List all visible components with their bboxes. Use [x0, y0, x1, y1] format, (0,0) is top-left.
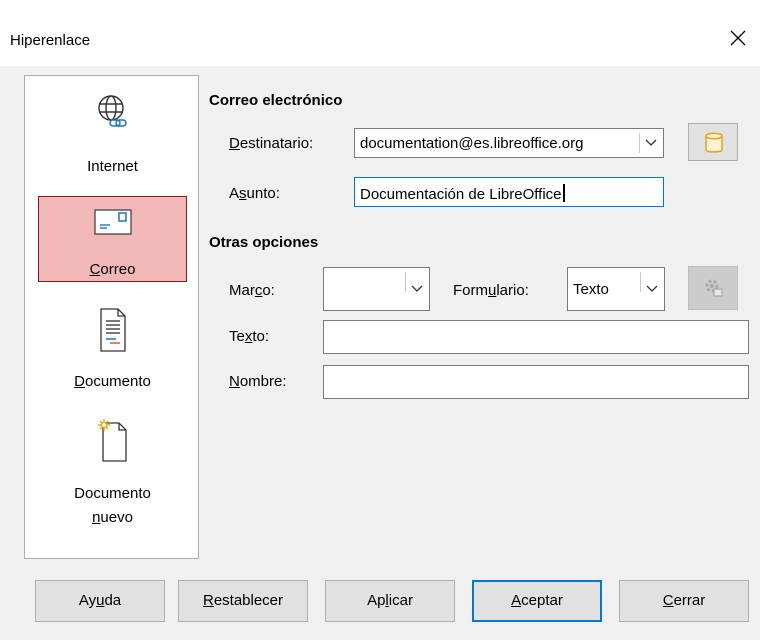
sidebar-item-label: Internet — [87, 158, 138, 175]
sidebar-item-mail[interactable]: Correo — [38, 196, 187, 282]
ok-label-a: A — [511, 592, 522, 609]
sidebar-item-label: Documento — [74, 485, 151, 502]
frame-dropdown-button[interactable] — [405, 268, 429, 310]
subject-input[interactable]: Documentación de LibreOffice — [354, 177, 664, 207]
form-combobox[interactable]: Texto — [567, 267, 665, 311]
apply-label-a: Ap — [367, 592, 386, 609]
title-bar: Hiperenlace — [0, 0, 760, 66]
form-value[interactable]: Texto — [573, 281, 609, 298]
ok-label-b: ceptar — [521, 592, 563, 609]
frame-combobox[interactable] — [323, 267, 430, 311]
close-label-b: errar — [673, 592, 706, 609]
sidebar-item-label: Documento — [74, 373, 151, 390]
section-title-other-options: Otras opciones — [209, 234, 319, 251]
text-input[interactable] — [323, 320, 749, 354]
recipient-dropdown-button[interactable] — [639, 129, 663, 157]
help-label-c: da — [104, 592, 122, 609]
ok-button[interactable]: Aceptar — [472, 580, 602, 622]
close-button[interactable] — [714, 22, 760, 54]
name-input[interactable] — [323, 365, 749, 399]
sidebar-item-document[interactable]: Documento — [38, 301, 187, 401]
data-sources-button[interactable] — [688, 123, 738, 161]
window-title: Hiperenlace — [10, 32, 91, 49]
text-caret — [562, 184, 565, 202]
help-button[interactable]: Ayuda — [35, 580, 165, 622]
reset-label-a: R — [202, 592, 214, 609]
reset-label-b: establecer — [213, 592, 284, 609]
recipient-combobox[interactable]: documentation@es.libreoffice.org — [354, 128, 664, 158]
section-title-mail: Correo electrónico — [209, 92, 343, 109]
close-label-a: C — [662, 592, 674, 609]
chevron-down-icon — [411, 285, 423, 292]
globe-link-icon — [97, 95, 127, 127]
sidebar-item-label-2: nuevo — [92, 509, 133, 526]
reset-button[interactable]: Restablecer — [178, 580, 308, 622]
subject-value-wrap: Documentación de LibreOffice — [360, 184, 565, 203]
recipient-label: Destinatario: — [229, 135, 314, 152]
sidebar-item-new-document[interactable]: Documento nuevo — [38, 411, 187, 541]
events-button[interactable] — [688, 266, 738, 310]
chevron-down-icon — [645, 139, 657, 146]
document-icon — [99, 308, 126, 352]
chevron-down-icon — [646, 285, 658, 292]
close-icon — [730, 30, 746, 46]
apply-button[interactable]: Aplicar — [325, 580, 455, 622]
sidebar-item-internet[interactable]: Internet — [38, 86, 187, 186]
recipient-value[interactable]: documentation@es.libreoffice.org — [360, 135, 637, 152]
name-label: Nombre: — [229, 373, 287, 390]
text-label: Texto: — [229, 328, 270, 345]
gear-events-icon — [705, 279, 723, 297]
help-label-a: Ay — [78, 592, 97, 609]
sidebar-item-label: Correo — [89, 261, 136, 278]
close-dialog-button[interactable]: Cerrar — [619, 580, 749, 622]
frame-label: Marco: — [229, 282, 275, 299]
form-label: Formulario: — [453, 282, 529, 299]
subject-value: Documentación de LibreOffice — [360, 186, 562, 203]
apply-label-c: icar — [388, 592, 413, 609]
subject-label: Asunto: — [229, 185, 280, 202]
hyperlink-type-sidebar: Internet Correo Documento Documento nuev… — [24, 75, 199, 559]
database-icon — [705, 132, 723, 153]
new-document-icon — [97, 419, 127, 462]
form-dropdown-button[interactable] — [640, 268, 664, 310]
envelope-icon — [93, 209, 132, 235]
